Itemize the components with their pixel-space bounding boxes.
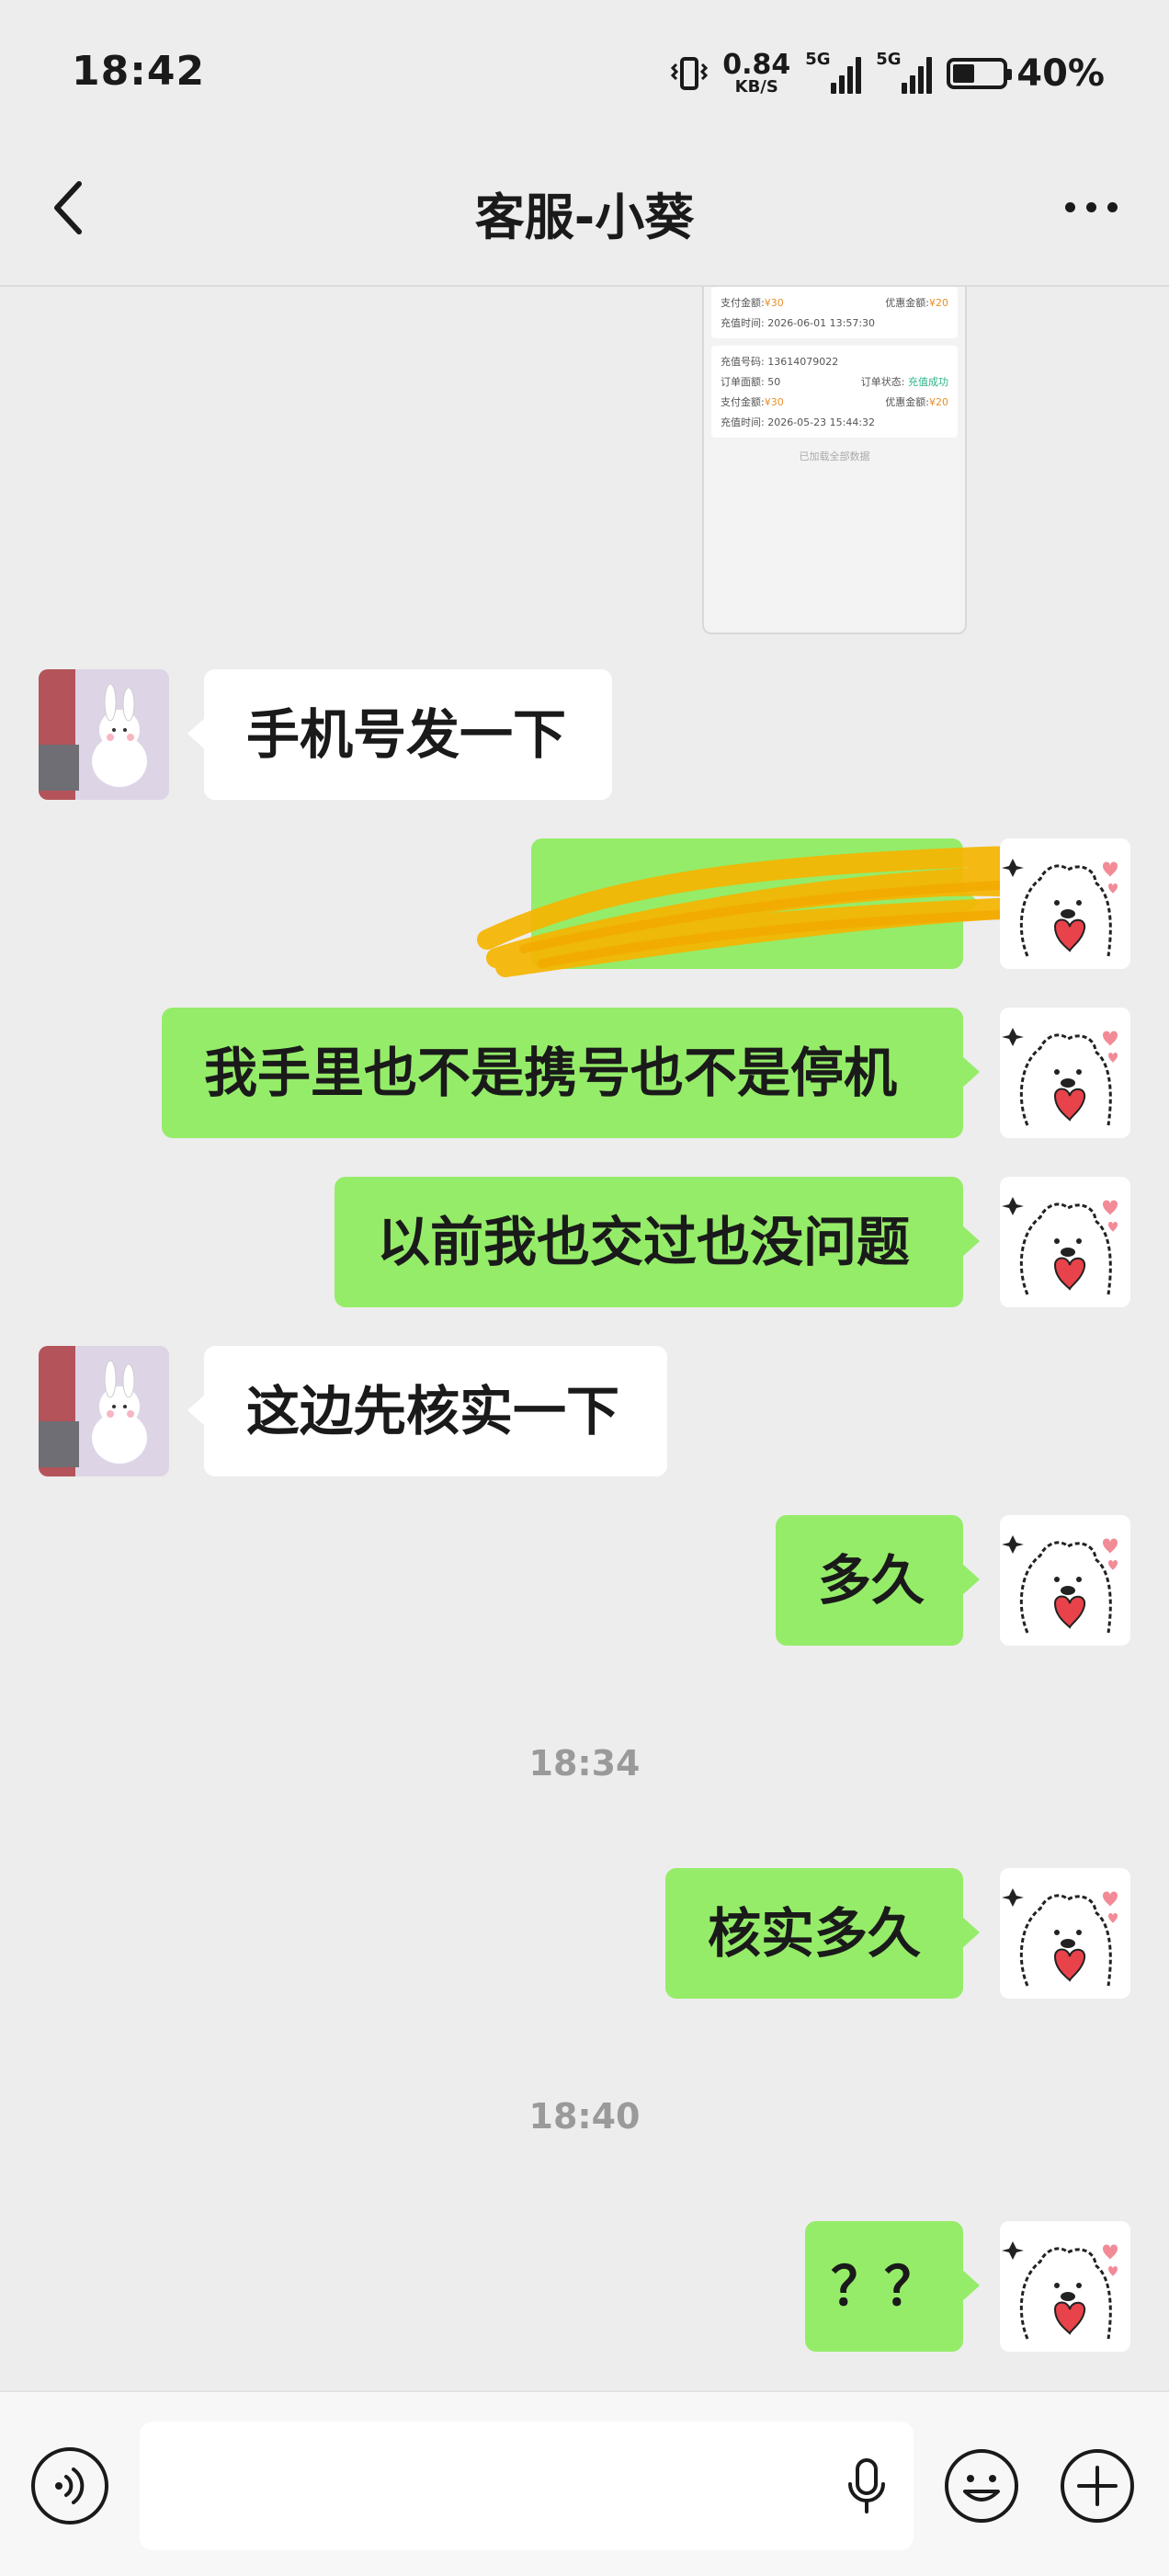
more-dots-icon	[1064, 201, 1075, 212]
message-bubble-incoming[interactable]: 这边先核实一下	[187, 1346, 667, 1476]
avatar-user[interactable]	[1000, 1008, 1130, 1138]
battery-icon	[947, 58, 1013, 89]
signal-icon-sim2: 5G	[876, 50, 933, 94]
battery: 40%	[947, 52, 1105, 95]
chat-header: 客服-小葵	[0, 138, 1169, 285]
avatar-user[interactable]	[1000, 2221, 1130, 2352]
more-functions-button[interactable]	[1059, 2447, 1136, 2525]
order-card-top: 支付金额:¥30 优惠金额:¥20 充值时间: 2026-06-01 13:57:…	[711, 287, 958, 338]
avatar-user[interactable]	[1000, 1515, 1130, 1646]
message-bubble-outgoing[interactable]: 以前我也交过也没问题	[335, 1177, 980, 1307]
voice-icon	[55, 2468, 85, 2504]
signal-icon-sim1: 5G	[805, 50, 862, 94]
input-bar	[0, 2390, 1169, 2576]
bear-heart-avatar-icon	[1002, 1888, 1118, 1987]
bear-heart-avatar-icon	[1002, 1535, 1118, 1634]
timestamp: 18:34	[528, 1743, 641, 1784]
network-speed: 0.84 KB/S	[722, 51, 790, 96]
bear-heart-avatar-icon	[1002, 1197, 1118, 1295]
message-input[interactable]	[140, 2422, 914, 2550]
bunny-avatar-icon	[39, 1346, 147, 1476]
bear-heart-avatar-icon	[1002, 2241, 1118, 2340]
status-bar: 18:42 0.84 KB/S 5G 5G 40%	[0, 0, 1169, 138]
battery-percent: 40%	[1016, 52, 1105, 95]
more-button[interactable]	[1050, 175, 1132, 239]
order-card: 充值号码: 13614079022 订单面额: 50 订单状态: 充值成功 支付金…	[711, 346, 958, 438]
sim1-label: 5G	[805, 50, 831, 69]
message-bubble-outgoing[interactable]: 多久	[776, 1515, 980, 1646]
avatar-agent[interactable]	[39, 1346, 169, 1476]
microphone-icon[interactable]	[844, 2455, 890, 2519]
message-bubble-outgoing[interactable]: ？？	[805, 2221, 980, 2352]
bear-heart-avatar-icon	[1002, 1028, 1118, 1126]
plus-icon	[1061, 2449, 1134, 2523]
message-bubble-outgoing[interactable]: 核实多久	[665, 1868, 980, 1999]
network-speed-value: 0.84	[722, 49, 791, 81]
load-complete-label: 已加载全部数据	[799, 450, 870, 462]
timestamp: 18:40	[528, 2096, 641, 2137]
vibrate-icon	[671, 57, 709, 90]
network-speed-unit: KB/S	[734, 77, 778, 97]
emoji-button[interactable]	[943, 2447, 1020, 2525]
message-bubble-outgoing[interactable]: 我手里也不是携号也不是停机	[162, 1008, 980, 1138]
voice-button[interactable]	[31, 2447, 108, 2525]
avatar-agent[interactable]	[39, 669, 169, 800]
page-title: 客服-小葵	[474, 188, 695, 246]
emoji-icon	[945, 2449, 1018, 2523]
avatar-user[interactable]	[1000, 838, 1130, 969]
shared-screenshot-image[interactable]: 支付金额:¥30 优惠金额:¥20 充值时间: 2026-06-01 13:57:…	[702, 287, 967, 634]
avatar-user[interactable]	[1000, 1177, 1130, 1307]
sim2-label: 5G	[876, 50, 902, 69]
status-icons: 0.84 KB/S 5G 5G 40%	[671, 46, 1105, 101]
message-bubble-incoming[interactable]: 手机号发一下	[187, 669, 612, 800]
bunny-avatar-icon	[39, 669, 147, 800]
bear-heart-avatar-icon	[1002, 859, 1118, 957]
chat-area[interactable]: 支付金额:¥30 优惠金额:¥20 充值时间: 2026-06-01 13:57:…	[0, 287, 1169, 2390]
status-time: 18:42	[72, 48, 206, 95]
avatar-user[interactable]	[1000, 1868, 1130, 1999]
